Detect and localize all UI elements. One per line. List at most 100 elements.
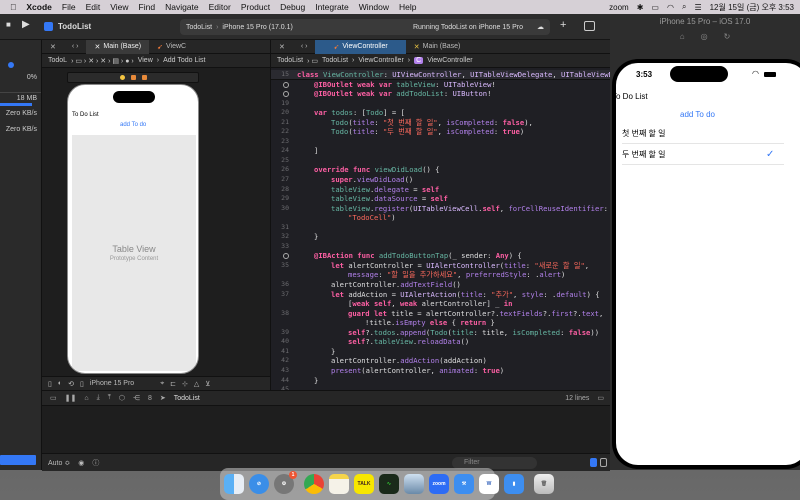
menu-edit[interactable]: Edit: [86, 2, 101, 12]
line-number[interactable]: 25: [271, 156, 297, 166]
rotate-icon[interactable]: ↻: [724, 32, 731, 41]
source-code[interactable]: 15 class ViewController: UIViewController…: [271, 70, 626, 395]
device-icon[interactable]: ▯: [80, 380, 84, 388]
todo-row[interactable]: 첫 번째 할 일: [622, 123, 784, 144]
line-number[interactable]: 41: [271, 347, 297, 357]
outlet-connection-icon[interactable]: [271, 251, 297, 261]
line-number[interactable]: 44: [271, 376, 297, 386]
preview-icon[interactable]: [404, 474, 424, 494]
home-icon[interactable]: ⌂: [680, 32, 685, 41]
line-number[interactable]: 33: [271, 242, 297, 252]
menu-window[interactable]: Window: [359, 2, 389, 12]
appearance-icon[interactable]: ◐: [58, 380, 62, 387]
line-number[interactable]: 39: [271, 328, 297, 338]
wifi-icon[interactable]: ◠: [667, 3, 674, 12]
outlet-connection-icon[interactable]: [271, 80, 297, 90]
pause-icon[interactable]: ❚❚: [65, 394, 77, 402]
line-number[interactable]: 31: [271, 223, 297, 233]
debug-target[interactable]: TodoList: [174, 395, 200, 402]
jump-project[interactable]: TodoL: [48, 57, 67, 64]
add-todo-button[interactable]: add To do: [680, 110, 715, 119]
code-line[interactable]: !title.isEmpty else { return }: [271, 318, 611, 328]
line-number[interactable]: 26: [271, 165, 297, 175]
outlet-connection-icon[interactable]: [271, 89, 297, 99]
outline-toggle-icon[interactable]: ▯: [48, 380, 52, 388]
code-line[interactable]: 25: [271, 156, 611, 166]
orientation-icon[interactable]: ⟲: [68, 380, 74, 388]
search-icon[interactable]: ⌕: [682, 2, 686, 12]
finder-icon[interactable]: [224, 474, 244, 494]
line-number[interactable]: 36: [271, 280, 297, 290]
code-line[interactable]: 32}: [271, 232, 611, 242]
code-line[interactable]: 42 alertController.addAction(addAction): [271, 356, 611, 366]
info-icon[interactable]: ⓘ: [92, 458, 99, 468]
trash-icon[interactable]: 🗑: [534, 474, 554, 494]
console-toggle-icon[interactable]: [600, 458, 607, 467]
code-line[interactable]: 40 self?.tableView.reloadData(): [271, 337, 611, 347]
memory-graph-icon[interactable]: ⋲: [133, 394, 140, 402]
storyboard-phone-canvas[interactable]: To Do List add To do Table View Prototyp…: [67, 84, 199, 374]
code-line[interactable]: 26 override func viewDidLoad() {: [271, 165, 611, 175]
menu-find[interactable]: Find: [139, 2, 156, 12]
step-over-icon[interactable]: ⌂: [84, 395, 88, 402]
menu-app-name[interactable]: Xcode: [26, 2, 52, 12]
code-line[interactable]: message: "할 일을 추가하세요", preferredStyle: .…: [271, 270, 611, 280]
jump-symbol[interactable]: ViewController: [427, 57, 472, 64]
run-button[interactable]: ▶: [22, 19, 30, 30]
line-number[interactable]: 23: [271, 137, 297, 147]
code-line[interactable]: 22 Todo(title: "두 번째 할 일", isCompleted: t…: [271, 127, 611, 137]
resolve-issues-icon[interactable]: △: [194, 380, 199, 388]
simulator-icon[interactable]: ▮: [504, 474, 524, 494]
cpu-usage[interactable]: 0%: [0, 74, 41, 81]
align-icon[interactable]: ⊏: [170, 380, 176, 388]
back-icon[interactable]: ‹ ›: [293, 40, 316, 54]
location-icon[interactable]: ➤: [160, 394, 166, 402]
chrome-icon[interactable]: [304, 474, 324, 494]
code-line[interactable]: 15 class ViewController: UIViewController…: [271, 70, 626, 80]
line-number[interactable]: 27: [271, 175, 297, 185]
code-line[interactable]: 19: [271, 99, 611, 109]
code-line[interactable]: 28 tableView.delegate = self: [271, 185, 611, 195]
ib-table-view[interactable]: Table View Prototype Content: [72, 135, 196, 371]
line-number[interactable]: 29: [271, 194, 297, 204]
memory-usage[interactable]: 18 MB: [0, 92, 41, 102]
code-line[interactable]: 43 present(alertController, animated: tru…: [271, 366, 611, 376]
menu-debug[interactable]: Debug: [280, 2, 305, 12]
jump-button[interactable]: Add Todo List: [163, 57, 205, 64]
close-icon[interactable]: ✕: [271, 40, 293, 54]
line-number[interactable]: 43: [271, 366, 297, 376]
embed-icon[interactable]: ⊻: [205, 380, 210, 388]
line-number[interactable]: 22: [271, 127, 297, 137]
add-button[interactable]: +: [560, 19, 566, 31]
control-center-icon[interactable]: ☰: [694, 3, 701, 12]
ib-add-button[interactable]: add To do: [120, 122, 146, 128]
variables-scope-select[interactable]: Auto ≎: [48, 459, 70, 467]
line-number[interactable]: [271, 270, 297, 280]
menu-view[interactable]: View: [110, 2, 128, 12]
network-usage[interactable]: Zero KB/s: [0, 126, 41, 133]
jump-file[interactable]: ViewController: [358, 57, 403, 64]
battery-icon[interactable]: ▭: [651, 3, 659, 12]
code-line[interactable]: 36 alertController.addTextField(): [271, 280, 611, 290]
code-line[interactable]: 41}: [271, 347, 611, 357]
menu-product[interactable]: Product: [241, 2, 270, 12]
code-line[interactable]: @IBAction func addTodoButtonTap(_ sender…: [271, 251, 611, 261]
stop-button[interactable]: ■: [6, 20, 11, 29]
jump-view[interactable]: View: [138, 57, 153, 64]
line-number[interactable]: 24: [271, 146, 297, 156]
tab-viewcontroller[interactable]: ➹ ViewController: [315, 39, 406, 54]
disk-usage[interactable]: Zero KB/s: [0, 110, 41, 117]
back-icon[interactable]: ‹ ›: [64, 40, 87, 54]
word-icon[interactable]: W: [479, 474, 499, 494]
code-line[interactable]: 29 tableView.dataSource = self: [271, 194, 611, 204]
ib-title-label[interactable]: To Do List: [72, 112, 99, 118]
line-number[interactable]: [271, 299, 297, 309]
line-number[interactable]: 21: [271, 118, 297, 128]
line-number[interactable]: 38: [271, 309, 297, 319]
exit-icon[interactable]: [141, 75, 147, 80]
code-line[interactable]: 38 guard let title = alertController?.tex…: [271, 309, 611, 319]
inspector-toggle-icon[interactable]: [584, 21, 595, 31]
line-number[interactable]: [271, 318, 297, 328]
bluetooth-icon[interactable]: ✱: [637, 3, 644, 12]
line-number[interactable]: 40: [271, 337, 297, 347]
